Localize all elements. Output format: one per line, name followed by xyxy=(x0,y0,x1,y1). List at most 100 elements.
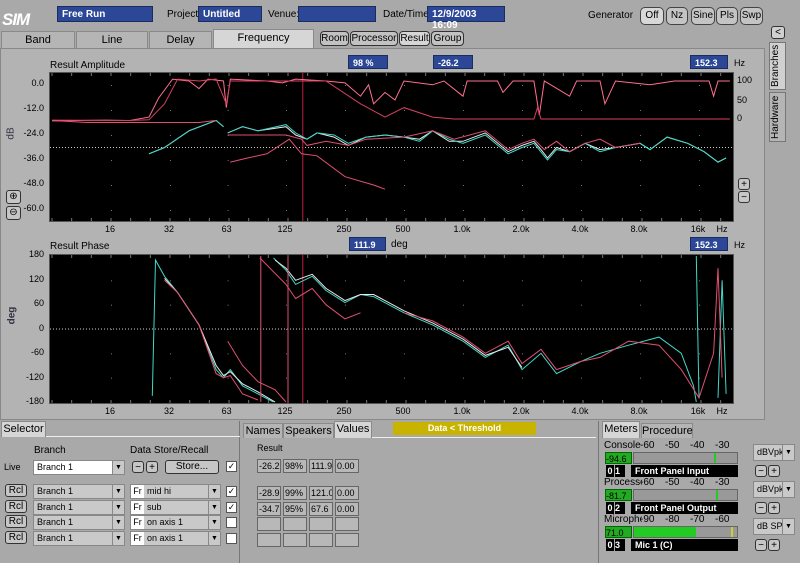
branch-select[interactable]: Branch 1 ▼ xyxy=(33,499,125,515)
tab-delay-finder[interactable]: Delay Finder xyxy=(149,31,212,62)
grid-dot xyxy=(170,135,171,136)
value-cell: 0.00 xyxy=(335,501,359,516)
meter-plus-button[interactable]: + xyxy=(768,465,780,477)
live-checkbox[interactable]: ✓ xyxy=(226,461,237,472)
amplitude-xunit: Hz xyxy=(716,224,728,234)
tab-frequency-response[interactable]: Frequency Response xyxy=(213,29,314,60)
grid-dot xyxy=(580,210,582,211)
tab-selector[interactable]: Selector xyxy=(1,421,46,437)
trace-select[interactable]: Fr on axis 1 ▼ xyxy=(130,530,221,546)
view-group-button[interactable]: Group xyxy=(431,31,464,46)
channel-a: 0 xyxy=(606,502,614,514)
meter-scale-label: -90 xyxy=(640,514,655,525)
meter-bar xyxy=(633,452,738,464)
channel-name: Front Panel Output xyxy=(631,502,738,514)
generator-sine-button[interactable]: Sine xyxy=(691,7,715,25)
phase-ytick: -60 xyxy=(30,347,44,357)
tab-values[interactable]: Values xyxy=(334,421,372,438)
grid-dot xyxy=(521,304,523,306)
grid-dot xyxy=(344,377,346,379)
generator-sweep-button[interactable]: Swp xyxy=(740,7,763,25)
trace-visible-checkbox[interactable] xyxy=(226,532,237,544)
meter-minus-button[interactable]: − xyxy=(755,502,767,514)
meter-unit-select[interactable]: dBVpk ▼ xyxy=(753,444,795,461)
amplitude-title: Result Amplitude xyxy=(50,60,126,71)
side-tab-branches[interactable]: Branches xyxy=(769,42,786,90)
trace-prefix: Fr xyxy=(131,485,144,498)
recall-button[interactable]: Rcl xyxy=(5,515,27,528)
grid-dot xyxy=(403,353,405,355)
trace-visible-checkbox[interactable]: ✓ xyxy=(226,501,237,513)
recall-button[interactable]: Rcl xyxy=(5,499,27,513)
grid-dot xyxy=(344,85,346,86)
trace-select[interactable]: Fr on axis 1 ▼ xyxy=(130,515,221,530)
tab-names[interactable]: Names xyxy=(243,423,283,438)
project-field[interactable]: Untitled xyxy=(198,6,262,22)
phase-xtick: 500 xyxy=(395,406,411,416)
value-cell: -26.2 xyxy=(257,459,281,473)
view-result-button[interactable]: Result xyxy=(399,31,430,46)
grid-dot xyxy=(698,210,700,211)
grid-dot xyxy=(462,280,464,282)
grid-dot xyxy=(111,280,112,282)
trace-visible-checkbox[interactable] xyxy=(226,517,237,528)
trace-select[interactable]: Fr mid hi ▼ xyxy=(130,484,221,499)
meter-fill xyxy=(634,527,696,537)
meter-plus-button[interactable]: + xyxy=(768,502,780,514)
grid-dot xyxy=(403,85,405,86)
meter-minus-button[interactable]: − xyxy=(755,539,767,551)
amplitude-xtick: 16 xyxy=(104,224,115,234)
branch-select[interactable]: Branch 1 ▼ xyxy=(33,530,125,546)
meter-unit-select[interactable]: dBVpk ▼ xyxy=(753,481,795,498)
chevron-down-icon: ▼ xyxy=(208,485,220,498)
grid-dot xyxy=(521,185,523,186)
live-branch-select[interactable]: Branch 1 ▼ xyxy=(33,460,125,475)
branch-select[interactable]: Branch 1 ▼ xyxy=(33,484,125,499)
scale-plus-button[interactable]: + xyxy=(738,178,750,190)
grid-dot xyxy=(285,280,287,282)
view-room-button[interactable]: Room xyxy=(320,31,349,46)
scale-minus-button[interactable]: − xyxy=(738,191,750,203)
generator-pulse-button[interactable]: Pls xyxy=(716,7,738,25)
generator-noise-button[interactable]: Nz xyxy=(666,7,688,25)
venue-field[interactable] xyxy=(298,6,376,22)
meter-plus-button[interactable]: + xyxy=(768,539,780,551)
collapse-side-button[interactable]: < xyxy=(771,26,785,39)
tab-procedure[interactable]: Procedure xyxy=(641,423,693,438)
meter-scale-label: -30 xyxy=(715,440,730,451)
generator-off-button[interactable]: Off xyxy=(640,7,664,25)
coherence-trace-6 xyxy=(51,78,730,122)
tab-line-spectrum[interactable]: Line Spectrum xyxy=(76,31,148,62)
meter-unit-select[interactable]: dB SPL ▼ xyxy=(753,518,795,535)
value-cell: -28.9 xyxy=(257,486,281,500)
meter-minus-button[interactable]: − xyxy=(755,465,767,477)
amplitude-plot[interactable] xyxy=(49,72,734,222)
phase-plot[interactable] xyxy=(49,254,734,404)
tab-speakers[interactable]: Speakers xyxy=(283,423,334,438)
side-tab-hardware[interactable]: Hardware xyxy=(769,92,786,142)
view-processor-button[interactable]: Processor xyxy=(350,31,398,46)
trace-select[interactable]: Fr sub ▼ xyxy=(130,499,221,515)
grid-dot xyxy=(521,160,523,161)
store-button[interactable]: Store... xyxy=(165,460,219,474)
store-plus-button[interactable]: + xyxy=(146,461,158,473)
grid-dot xyxy=(170,185,171,186)
value-cell xyxy=(283,532,307,547)
tab-meters[interactable]: Meters xyxy=(602,421,640,438)
grid-dot xyxy=(462,185,464,186)
phase-ytick: 0 xyxy=(38,322,44,333)
coherence-tick: 100 xyxy=(737,75,753,85)
channel-b: 3 xyxy=(615,539,625,551)
grid-dot xyxy=(698,185,700,186)
trace-visible-checkbox[interactable]: ✓ xyxy=(226,486,237,497)
grid-dot xyxy=(462,135,464,136)
zoom-in-icon[interactable]: ⊕ xyxy=(6,190,21,204)
value-cell xyxy=(283,517,307,531)
tab-band-spectrum[interactable]: Band Spectrum xyxy=(1,31,75,62)
chevron-down-icon: ▼ xyxy=(112,516,124,529)
branch-select[interactable]: Branch 1 ▼ xyxy=(33,515,125,530)
recall-button[interactable]: Rcl xyxy=(5,484,27,497)
phase-xtick: 2.0k xyxy=(512,406,530,416)
recall-button[interactable]: Rcl xyxy=(5,530,27,544)
store-minus-button[interactable]: − xyxy=(132,461,144,473)
